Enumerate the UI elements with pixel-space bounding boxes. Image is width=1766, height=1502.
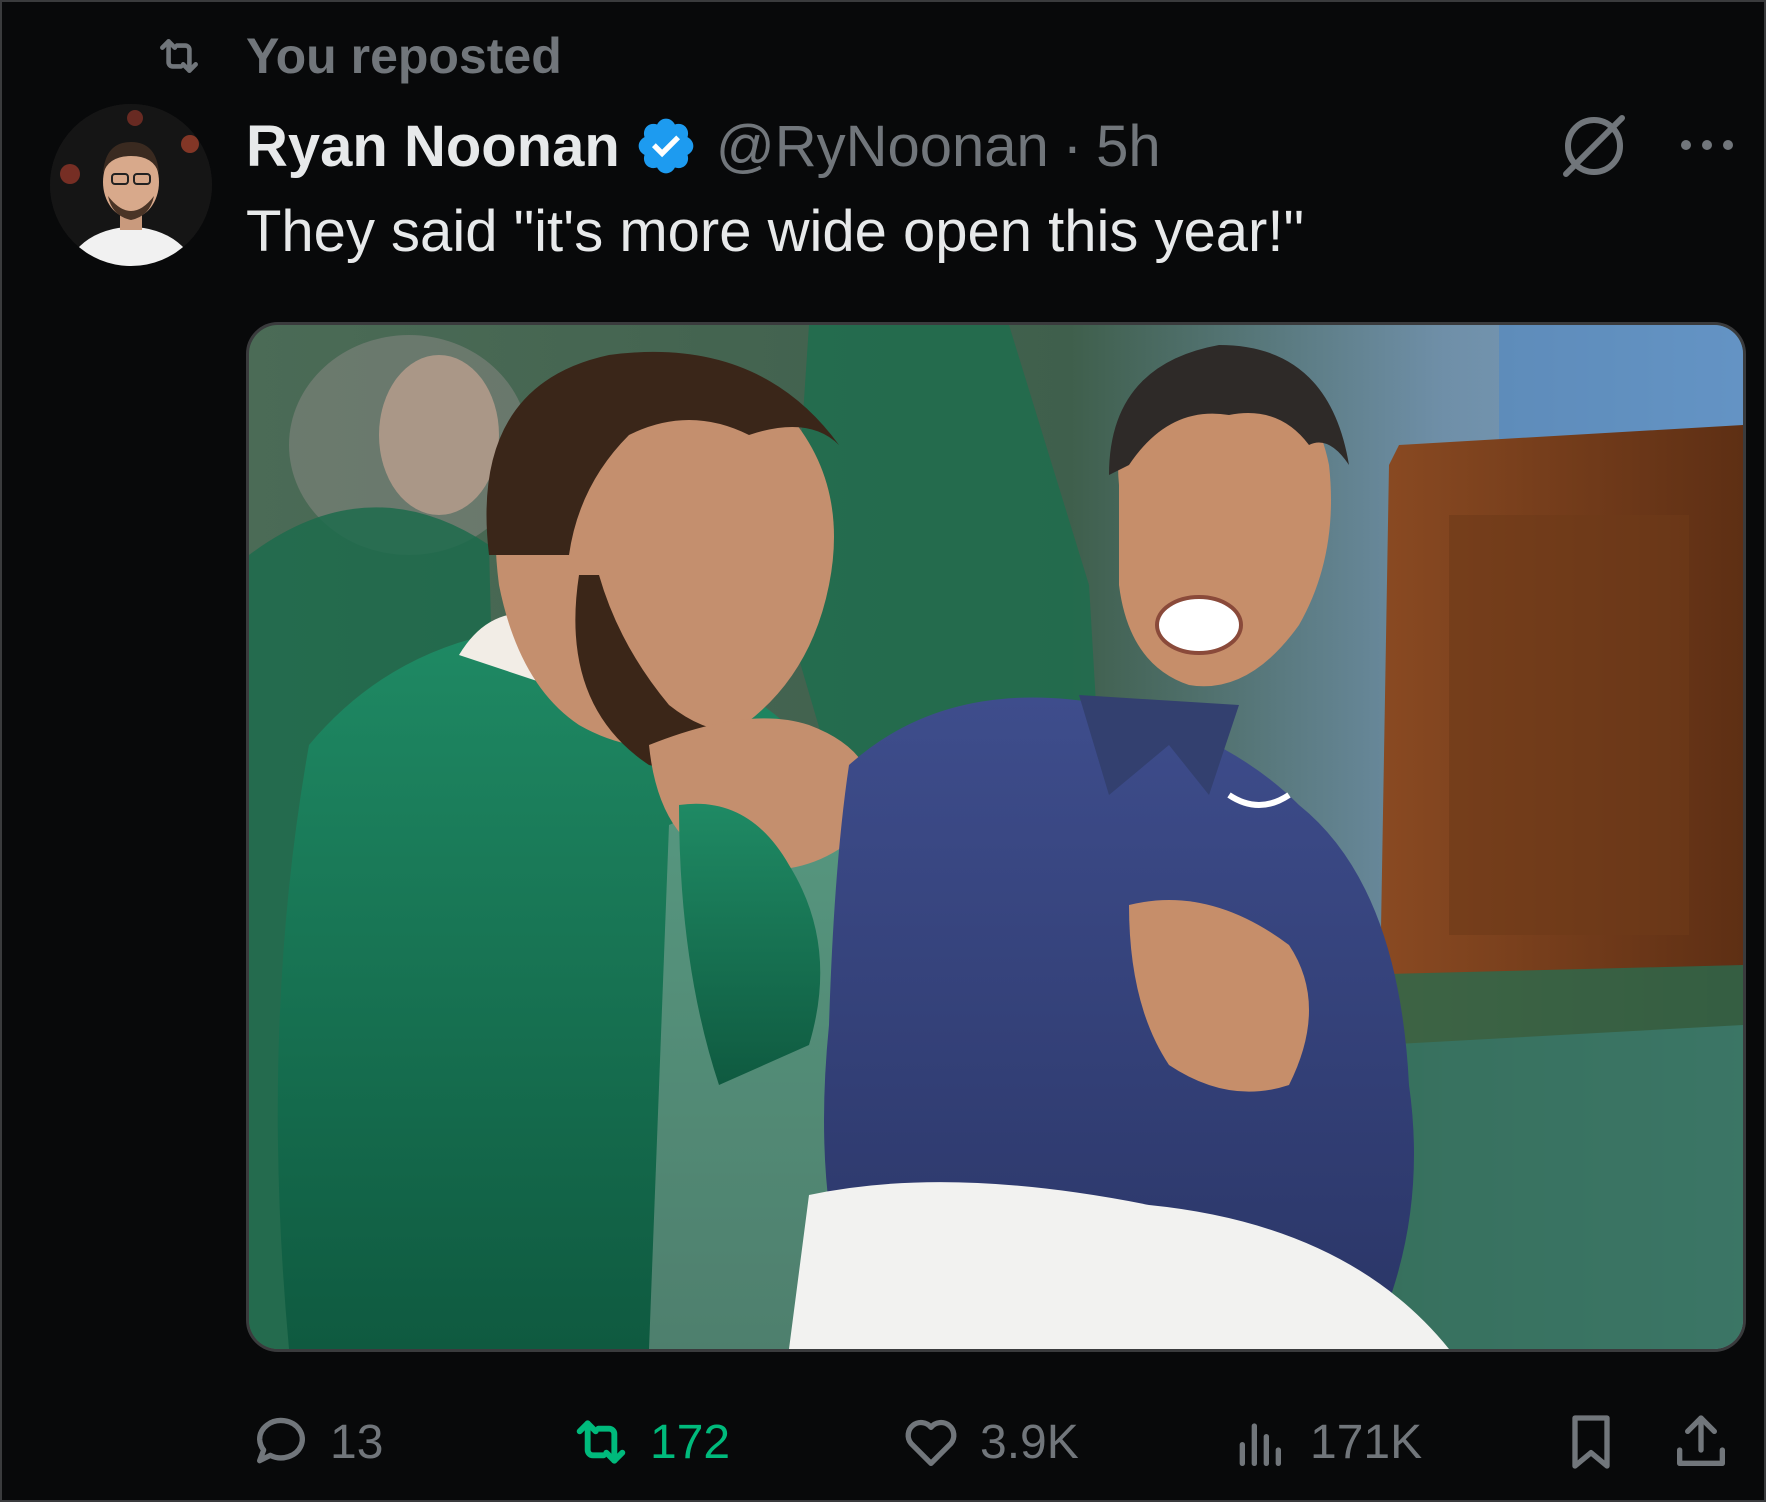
repost-count: 172 xyxy=(650,1415,731,1469)
repost-icon xyxy=(576,1420,626,1464)
repost-icon xyxy=(160,39,198,73)
tweet-timestamp[interactable]: 5h xyxy=(1096,113,1161,180)
verified-badge-icon[interactable] xyxy=(634,114,698,178)
repost-banner[interactable]: You reposted xyxy=(150,24,562,88)
action-bar: 13 172 3.9K 171K xyxy=(246,1402,1742,1482)
bookmark-icon xyxy=(1572,1415,1610,1469)
share-button[interactable] xyxy=(1666,1402,1750,1482)
bookmark-button[interactable] xyxy=(1556,1402,1640,1482)
heart-icon xyxy=(905,1419,957,1466)
tweet-card[interactable]: You reposted Ryan Noonan @RyNoonan · 5h xyxy=(0,0,1766,1502)
grok-icon[interactable] xyxy=(1554,106,1634,186)
repost-banner-text: You reposted xyxy=(246,28,562,84)
tweet-photo[interactable] xyxy=(246,322,1746,1352)
repost-button[interactable]: 172 xyxy=(566,1402,730,1482)
views-button[interactable]: 171K xyxy=(1226,1402,1422,1482)
tweet-header: Ryan Noonan @RyNoonan · 5h xyxy=(246,110,1161,182)
more-icon[interactable] xyxy=(1672,120,1742,170)
author-name[interactable]: Ryan Noonan xyxy=(246,113,620,180)
reply-icon xyxy=(256,1417,305,1464)
like-button[interactable]: 3.9K xyxy=(896,1402,1079,1482)
author-handle[interactable]: @RyNoonan xyxy=(716,113,1049,180)
views-count: 171K xyxy=(1310,1415,1423,1469)
like-count: 3.9K xyxy=(980,1415,1079,1469)
tweet-text: They said "it's more wide open this year… xyxy=(246,199,1305,264)
share-icon xyxy=(1677,1415,1725,1466)
reply-count: 13 xyxy=(330,1415,384,1469)
reply-button[interactable]: 13 xyxy=(246,1402,383,1482)
views-icon xyxy=(1239,1423,1281,1466)
header-separator: · xyxy=(1062,113,1083,179)
profile-avatar[interactable] xyxy=(50,104,212,266)
